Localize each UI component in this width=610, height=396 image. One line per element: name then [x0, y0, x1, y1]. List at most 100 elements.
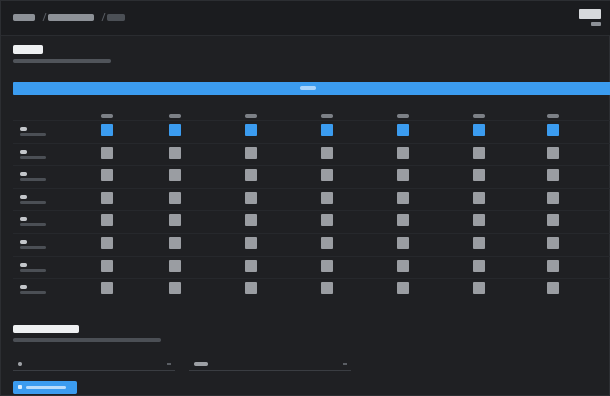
chevron-down-icon	[167, 363, 171, 365]
matrix-column-header	[397, 114, 409, 118]
matrix-row-divider	[13, 233, 610, 234]
routing-toggle[interactable]	[321, 169, 333, 182]
routing-toggle[interactable]	[473, 191, 485, 204]
routing-toggle[interactable]	[245, 259, 257, 272]
routing-toggle[interactable]	[473, 282, 485, 295]
routing-toggle[interactable]	[547, 191, 559, 204]
routing-toggle[interactable]	[473, 214, 485, 227]
breadcrumb-section[interactable]	[48, 14, 94, 21]
presets-title	[13, 325, 79, 333]
chevron-down-icon	[343, 363, 347, 365]
matrix-row-divider	[13, 120, 610, 121]
routing-toggle[interactable]	[245, 214, 257, 227]
routing-toggle[interactable]	[101, 237, 113, 249]
routing-toggle[interactable]	[245, 191, 257, 204]
routing-toggle[interactable]	[321, 146, 333, 159]
routing-toggle[interactable]	[397, 214, 409, 227]
matrix-row-label	[20, 127, 27, 131]
matrix-row-divider	[13, 210, 610, 212]
preset-name-field[interactable]	[189, 357, 351, 371]
matrix-row-divider	[13, 142, 610, 144]
routing-toggle[interactable]	[397, 191, 409, 204]
routing-toggle[interactable]	[101, 282, 113, 295]
matrix-row-sublabel	[20, 178, 46, 182]
routing-toggle[interactable]	[169, 282, 181, 295]
preset-name-value	[194, 362, 208, 366]
routing-toggle[interactable]	[547, 214, 559, 227]
routing-toggle[interactable]	[245, 237, 257, 249]
routing-toggle[interactable]	[169, 237, 181, 249]
breadcrumb-separator	[38, 13, 47, 21]
breadcrumb-root[interactable]	[13, 14, 35, 21]
matrix-row-sublabel	[20, 268, 46, 272]
matrix-column-header	[473, 114, 485, 118]
routing-toggle[interactable]	[169, 146, 181, 159]
routing-toggle[interactable]	[245, 282, 257, 295]
page-subtitle	[13, 59, 111, 63]
breadcrumb-separator	[97, 13, 106, 21]
matrix-row-sublabel	[20, 246, 46, 249]
routing-toggle[interactable]	[321, 282, 333, 295]
routing-toggle[interactable]	[169, 124, 181, 136]
routing-toggle[interactable]	[321, 237, 333, 249]
matrix-row-divider	[13, 165, 610, 167]
matrix-row-label	[20, 217, 27, 222]
matrix-row-label	[20, 149, 27, 154]
top-bar	[1, 1, 610, 36]
page-title	[13, 45, 43, 54]
routing-toggle[interactable]	[397, 282, 409, 295]
routing-toggle[interactable]	[473, 237, 485, 249]
routing-toggle[interactable]	[169, 169, 181, 182]
matrix-row-divider	[13, 255, 610, 257]
routing-toggle[interactable]	[547, 282, 559, 295]
routing-toggle[interactable]	[321, 191, 333, 204]
matrix-row-sublabel	[20, 155, 46, 159]
matrix-column-header	[321, 114, 333, 118]
routing-toggle[interactable]	[101, 191, 113, 204]
routing-toggle[interactable]	[547, 169, 559, 182]
routing-toggle[interactable]	[321, 259, 333, 272]
routing-toggle[interactable]	[101, 146, 113, 159]
matrix-row-label	[20, 172, 27, 177]
routing-toggle[interactable]	[397, 259, 409, 272]
plus-icon	[18, 385, 22, 389]
matrix-row-label	[20, 194, 27, 199]
matrix-row-sublabel	[20, 223, 46, 227]
routing-toggle[interactable]	[169, 214, 181, 227]
routing-toggle[interactable]	[101, 169, 113, 182]
routing-toggle[interactable]	[547, 146, 559, 159]
routing-toggle[interactable]	[321, 124, 333, 136]
routing-toggle[interactable]	[321, 214, 333, 227]
route-all-toggle[interactable]	[13, 82, 610, 95]
routing-toggle[interactable]	[101, 214, 113, 227]
preset-select[interactable]	[13, 357, 175, 371]
matrix-column-header	[547, 114, 559, 118]
matrix-column-header	[101, 114, 113, 118]
matrix-row-label	[20, 285, 27, 290]
routing-toggle[interactable]	[473, 259, 485, 272]
routing-toggle[interactable]	[473, 169, 485, 182]
matrix-row-label	[20, 262, 27, 267]
brand-logo	[579, 9, 601, 19]
routing-toggle[interactable]	[169, 191, 181, 204]
routing-toggle[interactable]	[397, 124, 409, 136]
matrix-column-header	[169, 114, 181, 118]
save-preset-button[interactable]	[13, 381, 77, 394]
routing-toggle[interactable]	[245, 146, 257, 159]
routing-toggle[interactable]	[397, 146, 409, 159]
routing-toggle[interactable]	[397, 169, 409, 182]
routing-toggle[interactable]	[473, 146, 485, 159]
routing-toggle[interactable]	[397, 237, 409, 249]
matrix-row-sublabel	[20, 291, 46, 295]
routing-toggle[interactable]	[169, 259, 181, 272]
routing-toggle[interactable]	[547, 237, 559, 249]
routing-toggle[interactable]	[245, 124, 257, 136]
routing-toggle[interactable]	[101, 124, 113, 136]
routing-toggle[interactable]	[473, 124, 485, 136]
save-preset-label	[26, 386, 66, 389]
routing-toggle[interactable]	[101, 259, 113, 272]
brand-subtitle	[591, 22, 601, 26]
routing-toggle[interactable]	[547, 259, 559, 272]
routing-toggle[interactable]	[547, 124, 559, 136]
routing-toggle[interactable]	[245, 169, 257, 182]
